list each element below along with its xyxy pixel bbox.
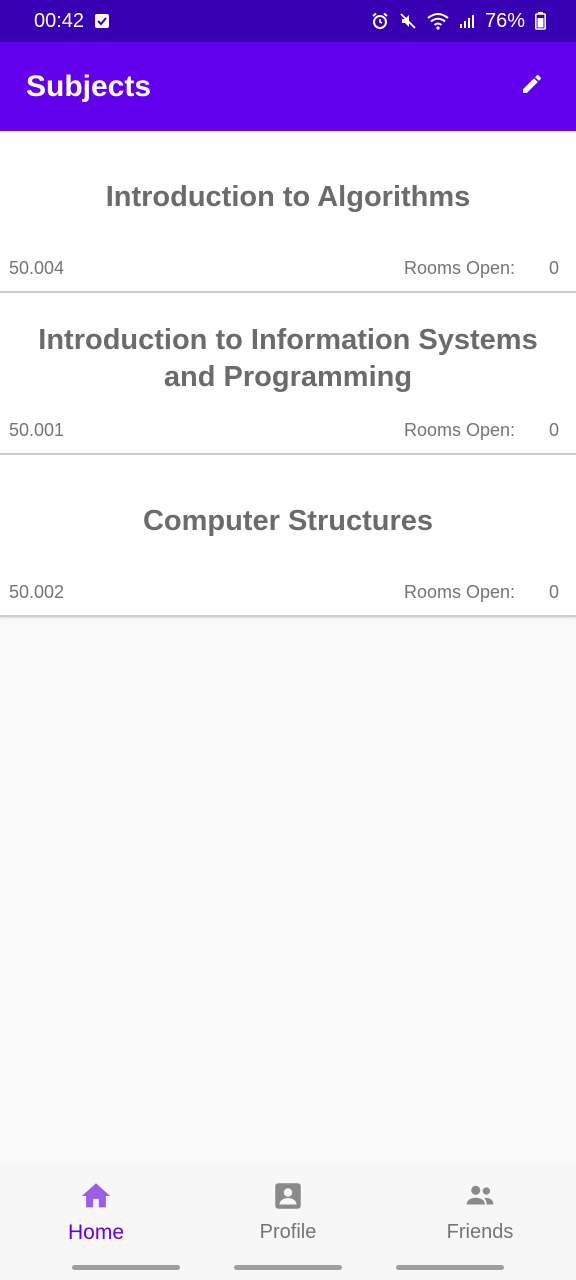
- page-title: Subjects: [26, 69, 152, 103]
- bottom-navigation: Home Profile Friends: [0, 1165, 576, 1257]
- alarm-icon: [371, 12, 389, 30]
- app-bar: Subjects: [0, 42, 576, 131]
- nav-item-profile[interactable]: Profile: [192, 1165, 384, 1257]
- subject-card[interactable]: Introduction to Information Systems and …: [0, 293, 576, 455]
- nav-item-friends[interactable]: Friends: [384, 1165, 576, 1257]
- subject-code: 50.001: [9, 420, 65, 440]
- battery-percent: 76%: [484, 9, 525, 32]
- nav-label-profile: Profile: [259, 1221, 317, 1243]
- pencil-icon: [520, 72, 544, 101]
- status-bar: 00:42 76%: [0, 0, 576, 42]
- recent-apps-handle[interactable]: [72, 1265, 180, 1270]
- rooms-open-label: Rooms Open:: [404, 420, 516, 440]
- screen: 00:42 76% Subjects Introduction to Algor…: [0, 0, 576, 1280]
- edit-button[interactable]: [512, 67, 552, 107]
- rooms-open-label: Rooms Open:: [404, 258, 516, 278]
- friends-icon: [463, 1179, 497, 1213]
- subject-title: Computer Structures: [142, 504, 434, 537]
- subject-card[interactable]: Introduction to Algorithms 50.004 Rooms …: [0, 131, 576, 293]
- rooms-open-count: 0: [549, 258, 560, 278]
- home-icon: [79, 1179, 113, 1213]
- rooms-open-count: 0: [549, 420, 560, 440]
- signal-icon: [459, 13, 475, 29]
- home-handle[interactable]: [234, 1265, 342, 1270]
- rooms-open-label: Rooms Open:: [404, 582, 516, 602]
- back-handle[interactable]: [396, 1265, 504, 1270]
- status-time: 00:42: [34, 9, 85, 32]
- battery-icon: [535, 12, 546, 30]
- subject-title: Introduction to Algorithms: [105, 180, 471, 213]
- subject-code: 50.002: [9, 582, 65, 602]
- nav-item-home[interactable]: Home: [0, 1165, 192, 1257]
- system-navigation-bar: [0, 1257, 576, 1280]
- nav-label-home: Home: [67, 1221, 125, 1244]
- subject-title: Introduction to Information Systems and …: [38, 324, 538, 393]
- subject-list: Introduction to Algorithms 50.004 Rooms …: [0, 131, 576, 617]
- mute-icon: [399, 12, 417, 30]
- profile-icon: [271, 1179, 305, 1213]
- nav-label-friends: Friends: [446, 1221, 514, 1243]
- subject-card[interactable]: Computer Structures 50.002 Rooms Open: 0: [0, 455, 576, 617]
- checkbox-notification-icon: [94, 13, 110, 29]
- subject-code: 50.004: [9, 258, 65, 278]
- rooms-open-count: 0: [549, 582, 560, 602]
- wifi-icon: [427, 12, 449, 30]
